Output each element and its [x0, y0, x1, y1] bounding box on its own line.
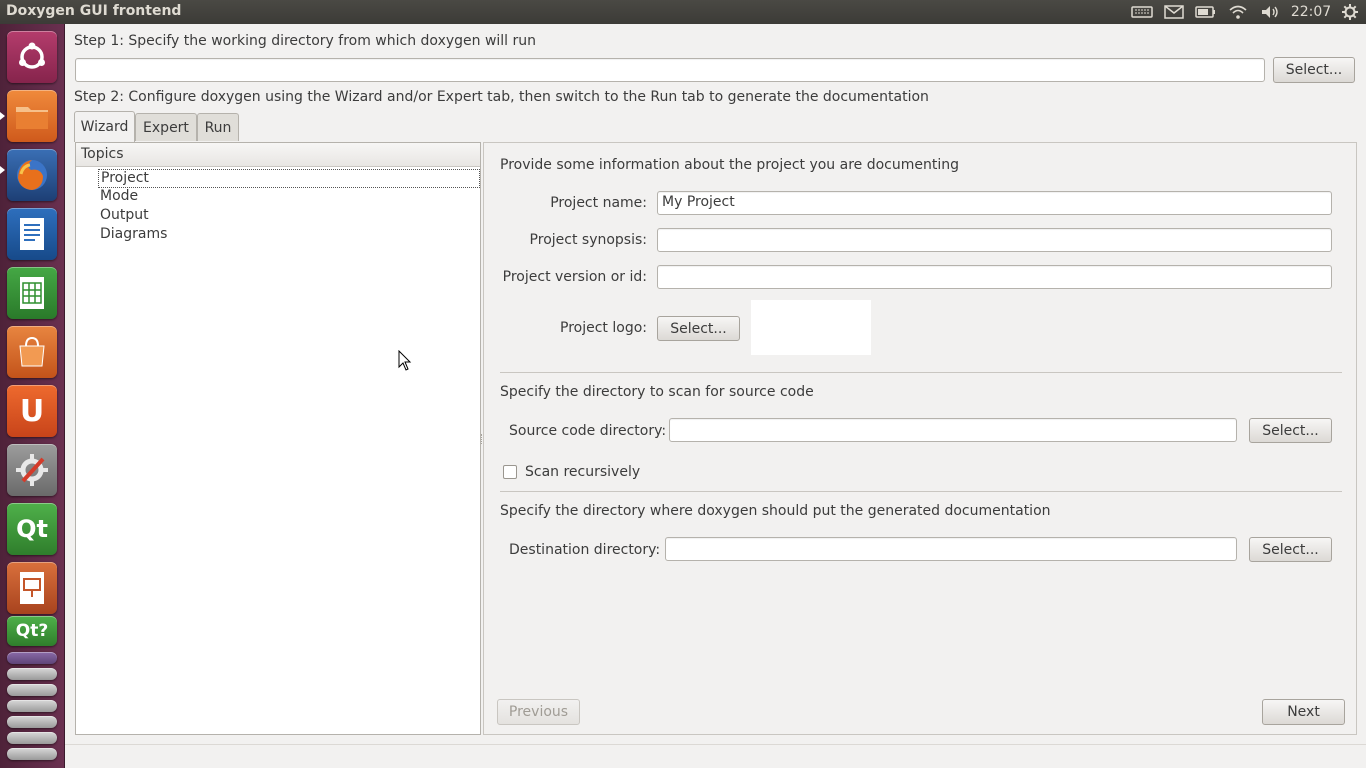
previous-button[interactable]: Previous	[497, 699, 580, 725]
doxywizard-window: Step 1: Specify the working directory fr…	[65, 24, 1366, 768]
topic-mode[interactable]: Mode	[98, 188, 140, 207]
software-center-icon[interactable]	[7, 326, 57, 378]
gear-icon[interactable]	[1338, 0, 1362, 24]
window-title: Doxygen GUI frontend	[6, 3, 182, 19]
topic-project[interactable]: Project	[98, 169, 480, 188]
stacked-app-icon[interactable]	[7, 700, 57, 712]
battery-icon[interactable]	[1194, 0, 1218, 24]
qt-assistant-icon[interactable]: Qt?	[7, 616, 57, 646]
topic-diagrams[interactable]: Diagrams	[98, 226, 169, 245]
qtcreator-icon[interactable]: Qt	[7, 503, 57, 555]
stacked-app-icon[interactable]	[7, 668, 57, 680]
separator	[500, 372, 1342, 373]
source-dir-label: Source code directory:	[509, 423, 667, 439]
calc-icon[interactable]	[7, 267, 57, 319]
step1-label: Step 1: Specify the working directory fr…	[74, 33, 537, 49]
firefox-icon[interactable]	[7, 149, 57, 201]
destination-dir-input[interactable]	[665, 537, 1237, 561]
working-directory-input[interactable]	[75, 58, 1265, 82]
ubuntu-one-icon[interactable]: U	[7, 385, 57, 437]
source-dir-input[interactable]	[669, 418, 1237, 442]
project-logo-label: Project logo:	[560, 320, 647, 336]
select-working-directory-button[interactable]: Select...	[1273, 57, 1355, 83]
topics-tree[interactable]: Topics Project Mode Output Diagrams	[75, 142, 481, 735]
project-version-label: Project version or id:	[502, 269, 647, 285]
mouse-pointer-icon	[398, 350, 412, 371]
project-synopsis-input[interactable]	[657, 228, 1332, 252]
step2-label: Step 2: Configure doxygen using the Wiza…	[74, 89, 929, 105]
impress-icon[interactable]	[7, 562, 57, 614]
volume-icon[interactable]	[1258, 0, 1282, 24]
files-icon[interactable]	[7, 90, 57, 142]
logo-preview	[751, 300, 871, 355]
destination-intro: Specify the directory where doxygen shou…	[500, 503, 1051, 519]
source-intro: Specify the directory to scan for source…	[500, 384, 814, 400]
topic-output[interactable]: Output	[98, 207, 151, 226]
select-source-dir-button[interactable]: Select...	[1249, 418, 1332, 443]
stacked-app-icon[interactable]	[7, 732, 57, 744]
tab-wizard[interactable]: Wizard	[74, 111, 135, 142]
status-bar-separator	[65, 744, 1366, 745]
tab-run[interactable]: Run	[197, 113, 239, 141]
top-panel: Doxygen GUI frontend 22:07	[0, 0, 1366, 24]
topics-header: Topics	[76, 143, 480, 167]
next-button[interactable]: Next	[1262, 699, 1345, 725]
scan-recursively-label[interactable]: Scan recursively	[525, 464, 640, 480]
select-destination-dir-button[interactable]: Select...	[1249, 537, 1332, 562]
keyboard-icon[interactable]	[1129, 0, 1155, 24]
ubuntu-dash-icon[interactable]	[7, 31, 57, 83]
qt-assistant-glyph: Qt?	[15, 621, 49, 641]
project-name-input[interactable]: My Project	[657, 191, 1332, 215]
writer-icon[interactable]	[7, 208, 57, 260]
project-synopsis-label: Project synopsis:	[529, 232, 647, 248]
stacked-app-icon[interactable]	[7, 684, 57, 696]
destination-dir-label: Destination directory:	[509, 542, 661, 558]
wizard-project-pane: Provide some information about the proje…	[483, 142, 1357, 735]
project-version-input[interactable]	[657, 265, 1332, 289]
separator	[500, 491, 1342, 492]
project-name-label: Project name:	[550, 195, 647, 211]
stacked-app-icon[interactable]	[7, 652, 57, 664]
scan-recursively-checkbox[interactable]	[503, 465, 517, 479]
select-logo-button[interactable]: Select...	[657, 316, 740, 341]
clock[interactable]: 22:07	[1290, 0, 1332, 24]
stacked-app-icon[interactable]	[7, 716, 57, 728]
project-intro: Provide some information about the proje…	[500, 157, 960, 173]
ubuntu-one-glyph: U	[19, 393, 45, 429]
mail-icon[interactable]	[1162, 0, 1186, 24]
wifi-icon[interactable]	[1226, 0, 1250, 24]
launcher: U Qt Qt?	[0, 24, 65, 768]
tab-expert[interactable]: Expert	[135, 113, 197, 141]
settings-icon[interactable]	[7, 444, 57, 496]
qtcreator-glyph: Qt	[16, 515, 48, 543]
stacked-app-icon[interactable]	[7, 748, 57, 760]
